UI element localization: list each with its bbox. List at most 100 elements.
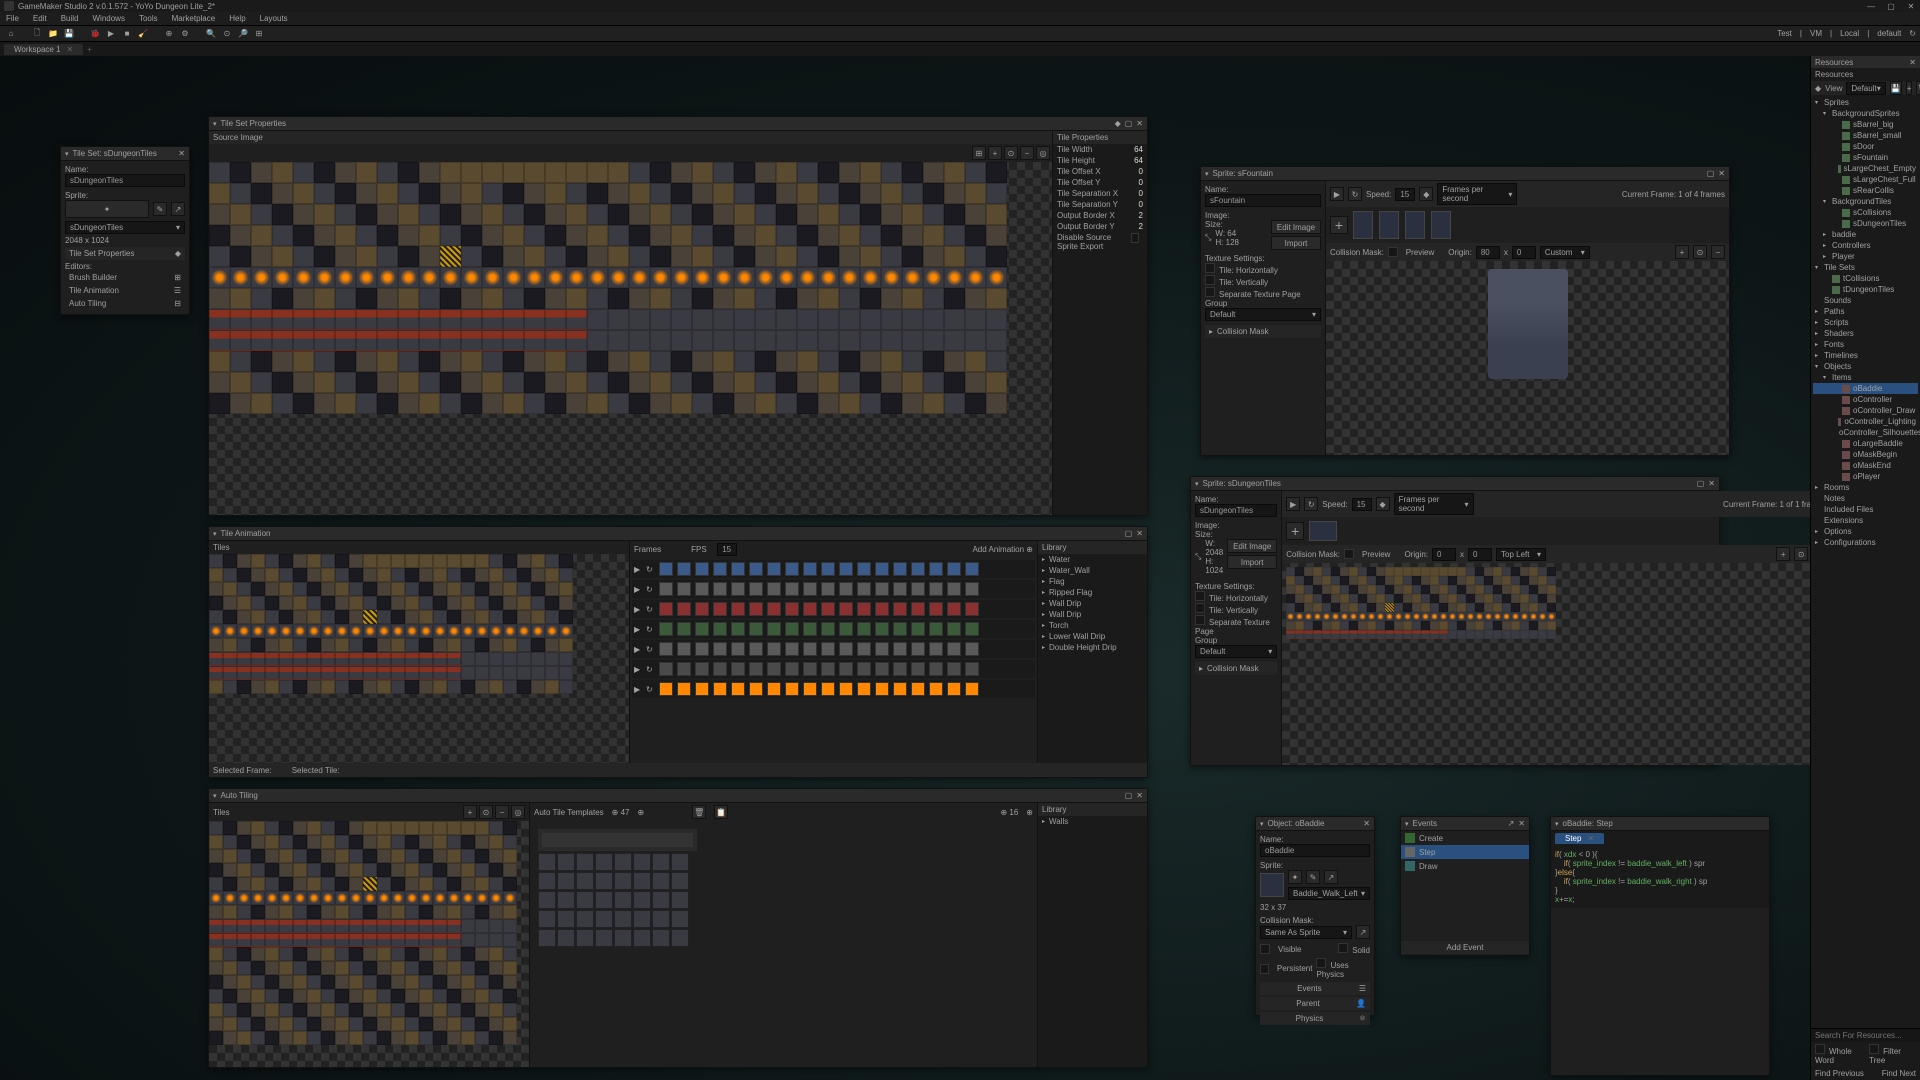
- collapse-icon[interactable]: ▾: [65, 150, 69, 158]
- tile-prop-row[interactable]: Tile Height64: [1053, 155, 1147, 166]
- tileset-props-button[interactable]: Tile Set Properties◆: [65, 247, 185, 260]
- whole-word-checkbox[interactable]: [1815, 1044, 1825, 1054]
- library-item[interactable]: Water: [1038, 554, 1147, 565]
- sprite-preview[interactable]: ✦: [65, 200, 149, 218]
- tree-item-srearcollis[interactable]: sRearCollis: [1813, 185, 1918, 196]
- tree-item-obaddie[interactable]: oBaddie: [1813, 383, 1918, 394]
- edit-sprite-button[interactable]: ✎: [1306, 870, 1320, 884]
- close-panel-icon[interactable]: ✕: [1136, 529, 1143, 538]
- tree-item-tdungeontiles[interactable]: tDungeonTiles: [1813, 284, 1918, 295]
- animation-track[interactable]: ▶↻: [632, 560, 1035, 578]
- tree-item-ocontroller_lighting[interactable]: oController_Lighting: [1813, 416, 1918, 427]
- collapse-icon[interactable]: ▾: [1195, 480, 1199, 488]
- editor-tile-animation[interactable]: Tile Animation☰: [65, 284, 185, 297]
- collapse-icon[interactable]: ▾: [1205, 170, 1209, 178]
- tree-item-oplayer[interactable]: oPlayer: [1813, 471, 1918, 482]
- preview-checkbox[interactable]: [1344, 549, 1354, 559]
- speed-stepper[interactable]: ◆: [1376, 497, 1390, 511]
- events-button[interactable]: Events☰: [1260, 982, 1370, 995]
- tile-v-checkbox[interactable]: [1205, 275, 1215, 285]
- collision-mask-dropdown[interactable]: Same As Sprite▾: [1260, 926, 1352, 939]
- speed-stepper[interactable]: ◆: [1419, 187, 1433, 201]
- collapse-icon[interactable]: ▾: [213, 120, 217, 128]
- tree-item-baddie[interactable]: ▸baddie: [1813, 229, 1918, 240]
- library-item[interactable]: Double Height Drip: [1038, 642, 1147, 653]
- find-prev-button[interactable]: Find Previous: [1815, 1069, 1864, 1078]
- tile-prop-row[interactable]: Tile Width64: [1053, 144, 1147, 155]
- library-item[interactable]: Wall Drip: [1038, 598, 1147, 609]
- tree-item-olargebaddie[interactable]: oLargeBaddie: [1813, 438, 1918, 449]
- close-panel-icon[interactable]: ✕: [1363, 819, 1370, 828]
- tile-v-checkbox[interactable]: [1195, 603, 1205, 613]
- tree-item-backgroundtiles[interactable]: ▾BackgroundTiles: [1813, 196, 1918, 207]
- tree-item-backgroundsprites[interactable]: ▾BackgroundSprites: [1813, 108, 1918, 119]
- sprite-preview-canvas[interactable]: [1326, 261, 1729, 455]
- tree-item-tcollisions[interactable]: tCollisions: [1813, 273, 1918, 284]
- menu-marketplace[interactable]: Marketplace: [172, 14, 216, 23]
- speed-input[interactable]: 15: [1352, 498, 1372, 511]
- zoom-in-icon[interactable]: +: [988, 146, 1002, 160]
- name-input[interactable]: sDungeonTiles: [1195, 504, 1277, 517]
- anim-tiles-canvas[interactable]: [209, 554, 629, 763]
- editor-brush-builder[interactable]: Brush Builder⊞: [65, 271, 185, 284]
- collision-mask-section[interactable]: ▸ Collision Mask: [1195, 662, 1277, 675]
- origin-y-input[interactable]: 0: [1468, 548, 1492, 561]
- maximize-button[interactable]: ▢: [1886, 2, 1896, 11]
- add-view-button[interactable]: +: [1906, 81, 1913, 95]
- event-create[interactable]: Create: [1401, 831, 1529, 845]
- parent-button[interactable]: Parent👤: [1260, 997, 1370, 1010]
- zoom-out-icon[interactable]: −: [1020, 146, 1034, 160]
- menu-build[interactable]: Build: [61, 14, 79, 23]
- tree-item-sbarrel_big[interactable]: sBarrel_big: [1813, 119, 1918, 130]
- zoom-fit-icon[interactable]: ⊙: [1693, 245, 1707, 259]
- tree-item-sounds[interactable]: Sounds: [1813, 295, 1918, 306]
- maximize-icon[interactable]: ▢: [1125, 529, 1133, 538]
- tree-item-items[interactable]: ▾Items: [1813, 372, 1918, 383]
- open-button[interactable]: 📁: [46, 27, 60, 41]
- sep-page-checkbox[interactable]: [1195, 615, 1205, 625]
- new-sprite-button[interactable]: ✦: [1288, 870, 1302, 884]
- tile-prop-row[interactable]: Output Border Y2: [1053, 221, 1147, 232]
- sprite-dropdown[interactable]: sDungeonTiles▾: [65, 221, 185, 234]
- tree-item-slargechest_empty[interactable]: sLargeChest_Empty: [1813, 163, 1918, 174]
- tile-h-checkbox[interactable]: [1195, 591, 1205, 601]
- sep-page-checkbox[interactable]: [1205, 287, 1215, 297]
- physics-checkbox[interactable]: [1316, 958, 1326, 968]
- grid-toggle-button[interactable]: ⊞: [972, 146, 986, 160]
- maximize-icon[interactable]: ▢: [1707, 169, 1715, 178]
- zoom-in-icon[interactable]: +: [463, 805, 477, 819]
- tree-item-rooms[interactable]: ▸Rooms: [1813, 482, 1918, 493]
- preview-checkbox[interactable]: [1388, 247, 1398, 257]
- maximize-icon[interactable]: ▢: [1125, 791, 1133, 800]
- tree-item-options[interactable]: ▸Options: [1813, 526, 1918, 537]
- tree-item-shaders[interactable]: ▸Shaders: [1813, 328, 1918, 339]
- resource-tree[interactable]: ▾Sprites▾BackgroundSpritessBarrel_bigsBa…: [1811, 95, 1920, 1059]
- zoom-out-icon[interactable]: −: [1711, 245, 1725, 259]
- toggle-icon[interactable]: ◆: [1815, 84, 1821, 93]
- tile-h-checkbox[interactable]: [1205, 263, 1215, 273]
- menu-help[interactable]: Help: [229, 14, 245, 23]
- workspace-tab[interactable]: Workspace 1 ✕: [4, 44, 83, 55]
- edit-image-button[interactable]: Edit Image: [1227, 539, 1277, 553]
- close-panel-icon[interactable]: ✕: [178, 149, 185, 158]
- zoom-in-icon[interactable]: +: [1776, 547, 1790, 561]
- edit-sprite-button[interactable]: ✎: [153, 202, 167, 216]
- event-step[interactable]: Step: [1401, 845, 1529, 859]
- close-panel-icon[interactable]: ✕: [1136, 119, 1143, 128]
- tree-item-ocontroller[interactable]: oController: [1813, 394, 1918, 405]
- tile-prop-row[interactable]: Tile Separation Y0: [1053, 199, 1147, 210]
- event-draw[interactable]: Draw: [1401, 859, 1529, 873]
- debug-button[interactable]: 🐞: [88, 27, 102, 41]
- minimize-button[interactable]: —: [1866, 2, 1876, 11]
- tree-item-notes[interactable]: Notes: [1813, 493, 1918, 504]
- sprite-preview-canvas[interactable]: [1282, 563, 1830, 765]
- zoom-out-button[interactable]: 🔎: [236, 27, 250, 41]
- import-button[interactable]: Import: [1227, 555, 1277, 569]
- edit-image-button[interactable]: Edit Image: [1271, 220, 1321, 234]
- tree-item-omaskbegin[interactable]: oMaskBegin: [1813, 449, 1918, 460]
- filter-checkbox[interactable]: [1869, 1044, 1879, 1054]
- library-item[interactable]: Ripped Flag: [1038, 587, 1147, 598]
- physics-button[interactable]: Physics⚛: [1260, 1012, 1370, 1025]
- zoom-fit-icon[interactable]: ⊙: [1794, 547, 1808, 561]
- name-input[interactable]: sFountain: [1205, 194, 1321, 207]
